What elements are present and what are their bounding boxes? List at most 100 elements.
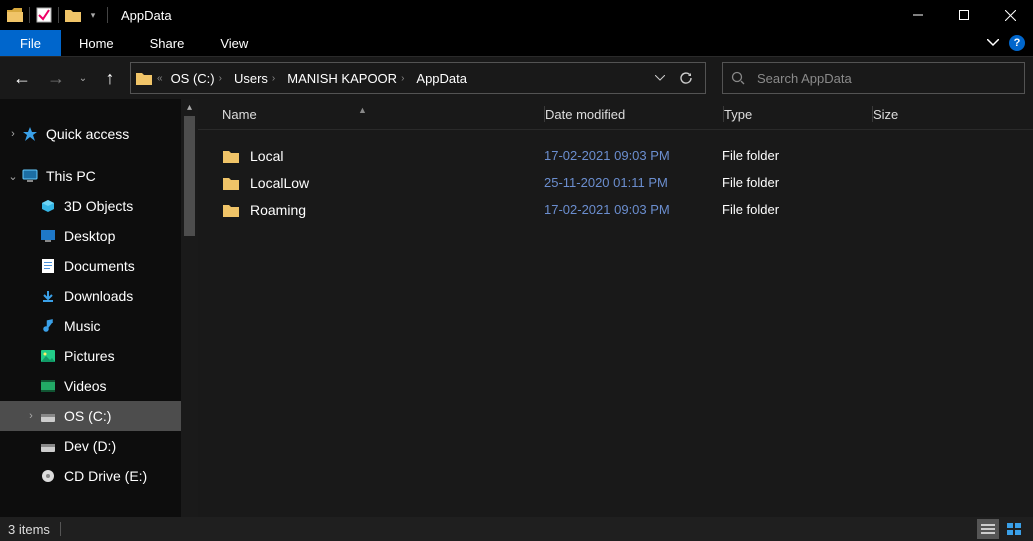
column-header-date[interactable]: Date modified: [545, 107, 723, 122]
address-dropdown-icon[interactable]: [655, 75, 665, 81]
file-date: 25-11-2020 01:11 PM: [544, 175, 722, 190]
video-icon: [38, 376, 58, 396]
ribbon-tabs: File Home Share View ?: [0, 30, 1033, 57]
back-button[interactable]: ←: [8, 64, 36, 92]
close-button[interactable]: [987, 0, 1033, 30]
chevron-right-icon[interactable]: ›: [272, 73, 275, 84]
file-row[interactable]: Roaming 17-02-2021 09:03 PM File folder: [198, 196, 1033, 223]
scrollbar-thumb[interactable]: [184, 116, 195, 236]
chevron-down-icon[interactable]: ⌄: [6, 170, 20, 183]
tab-share[interactable]: Share: [132, 30, 203, 56]
properties-icon[interactable]: [35, 6, 53, 24]
window-controls: [895, 0, 1033, 30]
sidebar-item-label: Pictures: [64, 348, 115, 364]
search-icon: [731, 71, 745, 85]
breadcrumb-label: OS (C:): [171, 71, 215, 86]
refresh-button[interactable]: [679, 71, 693, 85]
navigation-bar: ← → ⌄ ↑ « OS (C:) › Users › MANISH KAPOO…: [0, 57, 1033, 99]
minimize-button[interactable]: [895, 0, 941, 30]
drive-icon: [38, 436, 58, 456]
file-row[interactable]: LocalLow 25-11-2020 01:11 PM File folder: [198, 169, 1033, 196]
breadcrumb-label: AppData: [416, 71, 467, 86]
breadcrumb-seg-3[interactable]: AppData: [412, 71, 471, 86]
star-icon: [20, 124, 40, 144]
sidebar-item-music[interactable]: Music: [0, 311, 181, 341]
sidebar-item-label: CD Drive (E:): [64, 468, 147, 484]
recent-dropdown-icon[interactable]: ⌄: [76, 64, 90, 92]
sidebar-item-quick-access[interactable]: › Quick access: [0, 119, 181, 149]
file-name: Local: [250, 148, 283, 164]
breadcrumb-seg-2[interactable]: MANISH KAPOOR ›: [283, 71, 408, 86]
tab-file[interactable]: File: [0, 30, 61, 56]
file-type: File folder: [722, 202, 870, 217]
address-bar[interactable]: « OS (C:) › Users › MANISH KAPOOR › AppD…: [130, 62, 706, 94]
qat-dropdown-icon[interactable]: ▾: [84, 6, 102, 24]
file-row[interactable]: Local 17-02-2021 09:03 PM File folder: [198, 142, 1033, 169]
sidebar-item-label: Videos: [64, 378, 107, 394]
chevron-right-icon[interactable]: ›: [24, 410, 38, 422]
scroll-up-icon[interactable]: ▴: [181, 99, 198, 116]
sidebar-item-label: Dev (D:): [64, 438, 116, 454]
sidebar-item-cd-drive-e[interactable]: CD Drive (E:): [0, 461, 181, 491]
sidebar-item-documents[interactable]: Documents: [0, 251, 181, 281]
breadcrumb-seg-0[interactable]: OS (C:) ›: [167, 71, 226, 86]
sidebar-item-desktop[interactable]: Desktop: [0, 221, 181, 251]
sidebar-item-label: Downloads: [64, 288, 133, 304]
item-count: 3 items: [8, 522, 50, 537]
chevron-right-icon[interactable]: ›: [219, 73, 222, 84]
folder-icon: [222, 147, 240, 165]
titlebar: ▾ AppData: [0, 0, 1033, 30]
sidebar-item-pictures[interactable]: Pictures: [0, 341, 181, 371]
search-box[interactable]: [722, 62, 1025, 94]
picture-icon: [38, 346, 58, 366]
sidebar-item-label: This PC: [46, 168, 96, 184]
column-header-type[interactable]: Type: [724, 107, 872, 122]
sidebar-item-this-pc[interactable]: ⌄ This PC: [0, 161, 181, 191]
sidebar-item-3d-objects[interactable]: 3D Objects: [0, 191, 181, 221]
file-name: LocalLow: [250, 175, 309, 191]
ribbon-expand-icon[interactable]: [987, 39, 999, 47]
folder-icon: [222, 201, 240, 219]
sidebar-item-label: Desktop: [64, 228, 115, 244]
file-date: 17-02-2021 09:03 PM: [544, 202, 722, 217]
folder-icon: [222, 174, 240, 192]
sort-asc-icon: ▲: [358, 105, 367, 115]
maximize-button[interactable]: [941, 0, 987, 30]
forward-button[interactable]: →: [42, 64, 70, 92]
disc-icon: [38, 466, 58, 486]
download-icon: [38, 286, 58, 306]
pc-icon: [20, 166, 40, 186]
column-headers: Name ▲ Date modified Type Size: [198, 99, 1033, 130]
chevron-right-icon[interactable]: ›: [401, 73, 404, 84]
sidebar-item-label: OS (C:): [64, 408, 111, 424]
tab-home[interactable]: Home: [61, 30, 132, 56]
view-details-button[interactable]: [977, 519, 999, 539]
column-header-size[interactable]: Size: [873, 107, 1033, 122]
sidebar-item-label: Documents: [64, 258, 135, 274]
folder-icon: [6, 6, 24, 24]
column-header-name[interactable]: Name ▲: [198, 107, 544, 122]
sidebar-item-label: 3D Objects: [64, 198, 133, 214]
desktop-icon: [38, 226, 58, 246]
sidebar-item-os-c[interactable]: › OS (C:): [0, 401, 181, 431]
folder-small-icon[interactable]: [64, 6, 82, 24]
sidebar-item-label: Music: [64, 318, 101, 334]
navigation-pane: › Quick access ⌄ This PC 3D Objects Desk…: [0, 99, 181, 517]
view-thumbnails-button[interactable]: [1003, 519, 1025, 539]
sidebar-item-dev-d[interactable]: Dev (D:): [0, 431, 181, 461]
sidebar-item-label: Quick access: [46, 126, 129, 142]
help-button[interactable]: ?: [1009, 35, 1025, 51]
tab-view[interactable]: View: [202, 30, 266, 56]
sidebar-item-downloads[interactable]: Downloads: [0, 281, 181, 311]
file-name: Roaming: [250, 202, 306, 218]
cube-icon: [38, 196, 58, 216]
file-list: Name ▲ Date modified Type Size Local 17-…: [198, 99, 1033, 517]
history-chevron-icon[interactable]: «: [157, 73, 163, 84]
chevron-right-icon[interactable]: ›: [6, 128, 20, 140]
sidebar-item-videos[interactable]: Videos: [0, 371, 181, 401]
up-button[interactable]: ↑: [96, 64, 124, 92]
sidebar-scrollbar[interactable]: ▴: [181, 99, 198, 517]
search-input[interactable]: [755, 70, 1016, 87]
breadcrumb-seg-1[interactable]: Users ›: [230, 71, 279, 86]
music-icon: [38, 316, 58, 336]
